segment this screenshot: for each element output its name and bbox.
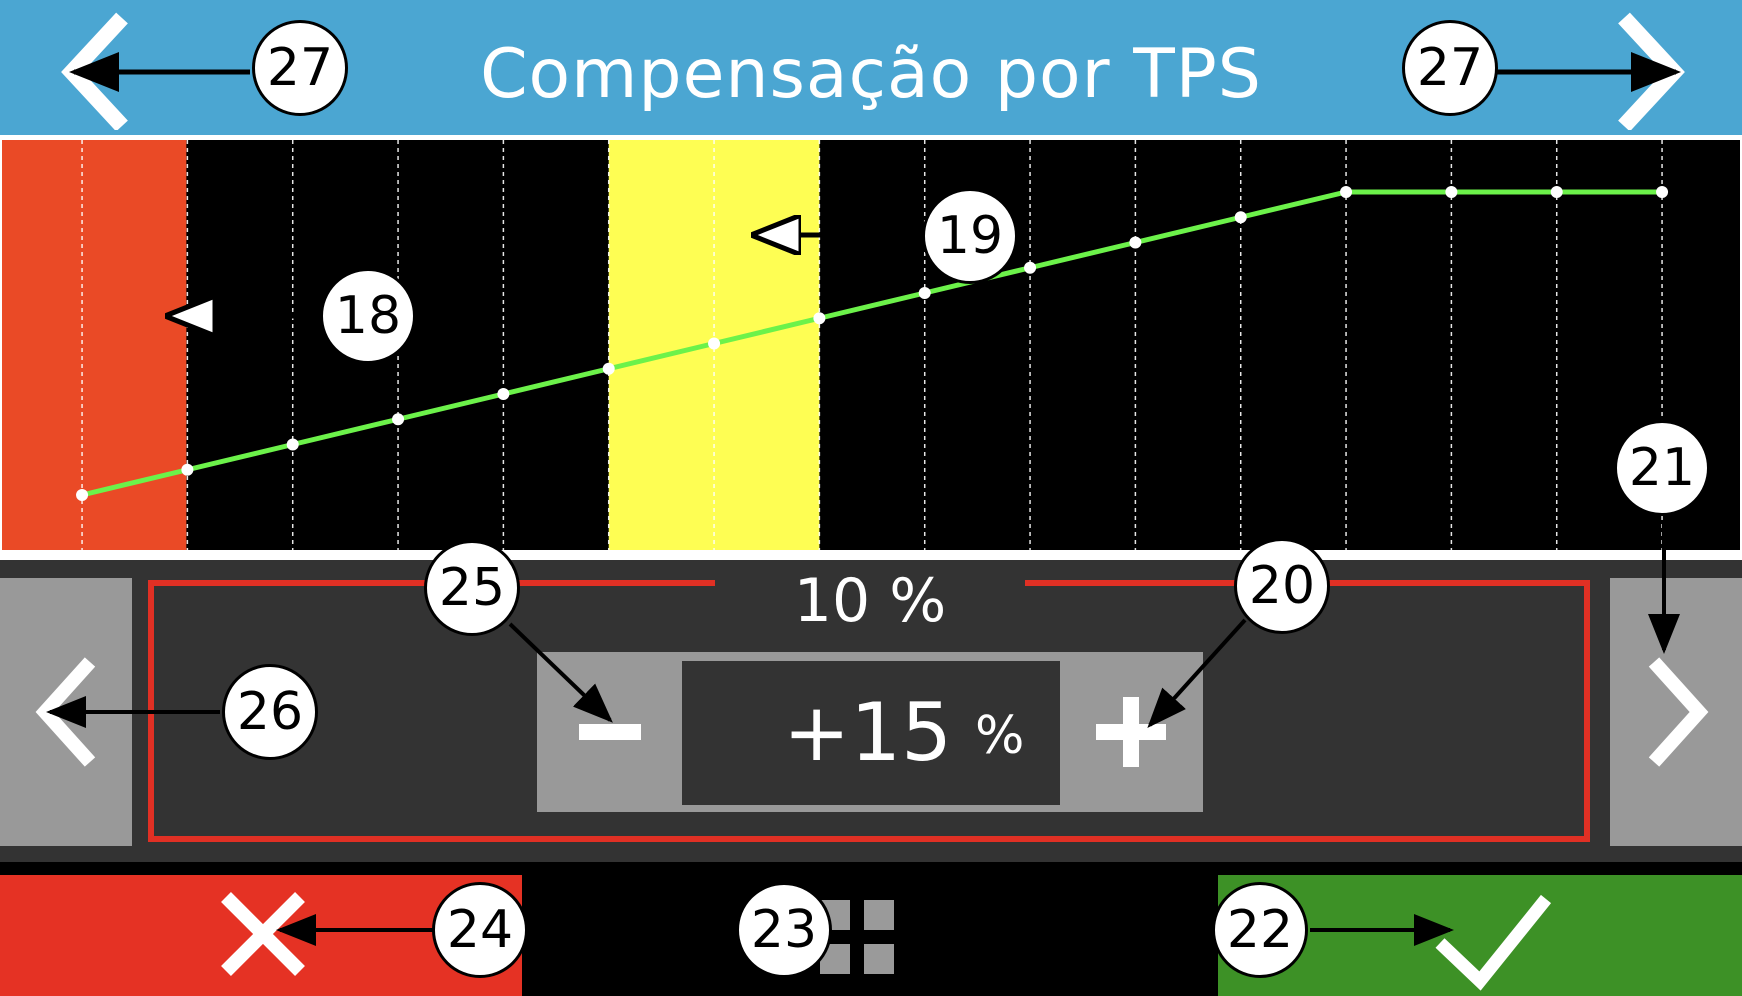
callout-18: 18 [320, 268, 416, 364]
callout-27-right: 27 [1402, 20, 1498, 116]
callout-19: 19 [922, 188, 1018, 284]
callout-26: 26 [222, 664, 318, 760]
callout-arrows [46, 52, 1681, 946]
callout-27-left: 27 [252, 20, 348, 116]
callout-22: 22 [1212, 882, 1308, 978]
callout-23: 23 [736, 882, 832, 978]
callout-20: 20 [1234, 538, 1330, 634]
callout-21: 21 [1614, 420, 1710, 516]
callout-25: 25 [424, 540, 520, 636]
callout-24: 24 [432, 882, 528, 978]
